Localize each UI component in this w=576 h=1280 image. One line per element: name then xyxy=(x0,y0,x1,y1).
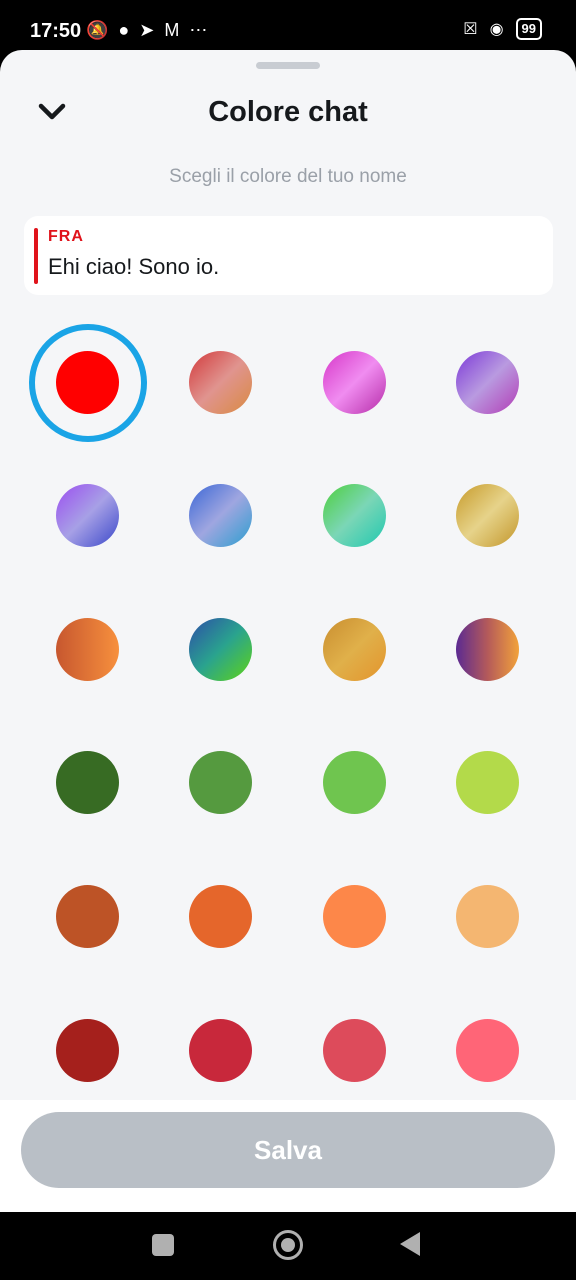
color-swatch-red[interactable] xyxy=(56,351,119,414)
color-swatch-orange-gradient[interactable] xyxy=(56,618,119,681)
color-swatch-dark-green[interactable] xyxy=(56,751,119,814)
status-time: 17:50 xyxy=(30,20,82,42)
back-icon[interactable] xyxy=(400,1232,420,1256)
color-swatch-lime[interactable] xyxy=(456,751,519,814)
home-icon[interactable] xyxy=(273,1230,303,1260)
save-area: Salva xyxy=(0,1100,576,1212)
color-grid xyxy=(0,50,576,1110)
color-swatch-blue-gradient[interactable] xyxy=(189,484,252,547)
color-swatch-orange[interactable] xyxy=(323,885,386,948)
color-swatch-brown-orange[interactable] xyxy=(56,885,119,948)
color-swatch-green-gradient[interactable] xyxy=(323,484,386,547)
color-swatch-violet-gradient[interactable] xyxy=(56,484,119,547)
color-swatch-salmon-pink[interactable] xyxy=(456,1019,519,1082)
color-swatch-light-green[interactable] xyxy=(323,751,386,814)
status-bar: 17:50 🔕 ● ➤ M ⋯ ☒ ◉ 99 xyxy=(0,0,576,50)
wifi-icon: ◉ xyxy=(489,21,504,38)
color-swatch-purple-gradient[interactable] xyxy=(456,351,519,414)
color-swatch-plum-orange-gradient[interactable] xyxy=(456,618,519,681)
recents-icon[interactable] xyxy=(152,1234,174,1256)
battery-icon: 99 xyxy=(515,18,542,40)
color-swatch-rose-gradient[interactable] xyxy=(189,351,252,414)
more-dots-icon: ⋯ xyxy=(189,20,208,40)
telegram-icon: ➤ xyxy=(139,20,155,40)
color-swatch-peach[interactable] xyxy=(456,885,519,948)
color-swatch-coral-red[interactable] xyxy=(323,1019,386,1082)
color-swatch-dark-red[interactable] xyxy=(56,1019,119,1082)
color-swatch-amber-gradient[interactable] xyxy=(323,618,386,681)
sim-off-icon: ☒ xyxy=(463,21,478,38)
color-swatch-deep-orange[interactable] xyxy=(189,885,252,948)
color-swatch-crimson[interactable] xyxy=(189,1019,252,1082)
bell-off-icon: 🔕 xyxy=(86,20,109,40)
gmail-icon: M xyxy=(164,20,180,40)
system-icons: ☒ ◉ 99 xyxy=(463,18,542,40)
color-swatch-green[interactable] xyxy=(189,751,252,814)
color-swatch-gold-gradient[interactable] xyxy=(456,484,519,547)
color-swatch-teal-lime-gradient[interactable] xyxy=(189,618,252,681)
color-swatch-pink-gradient[interactable] xyxy=(323,351,386,414)
chat-color-sheet: Colore chat Scegli il colore del tuo nom… xyxy=(0,50,576,1212)
notification-icons: 🔕 ● ➤ M ⋯ xyxy=(86,20,207,41)
chat-bubble-icon: ● xyxy=(118,20,130,40)
save-button[interactable]: Salva xyxy=(21,1112,555,1188)
navigation-bar xyxy=(0,1212,576,1280)
